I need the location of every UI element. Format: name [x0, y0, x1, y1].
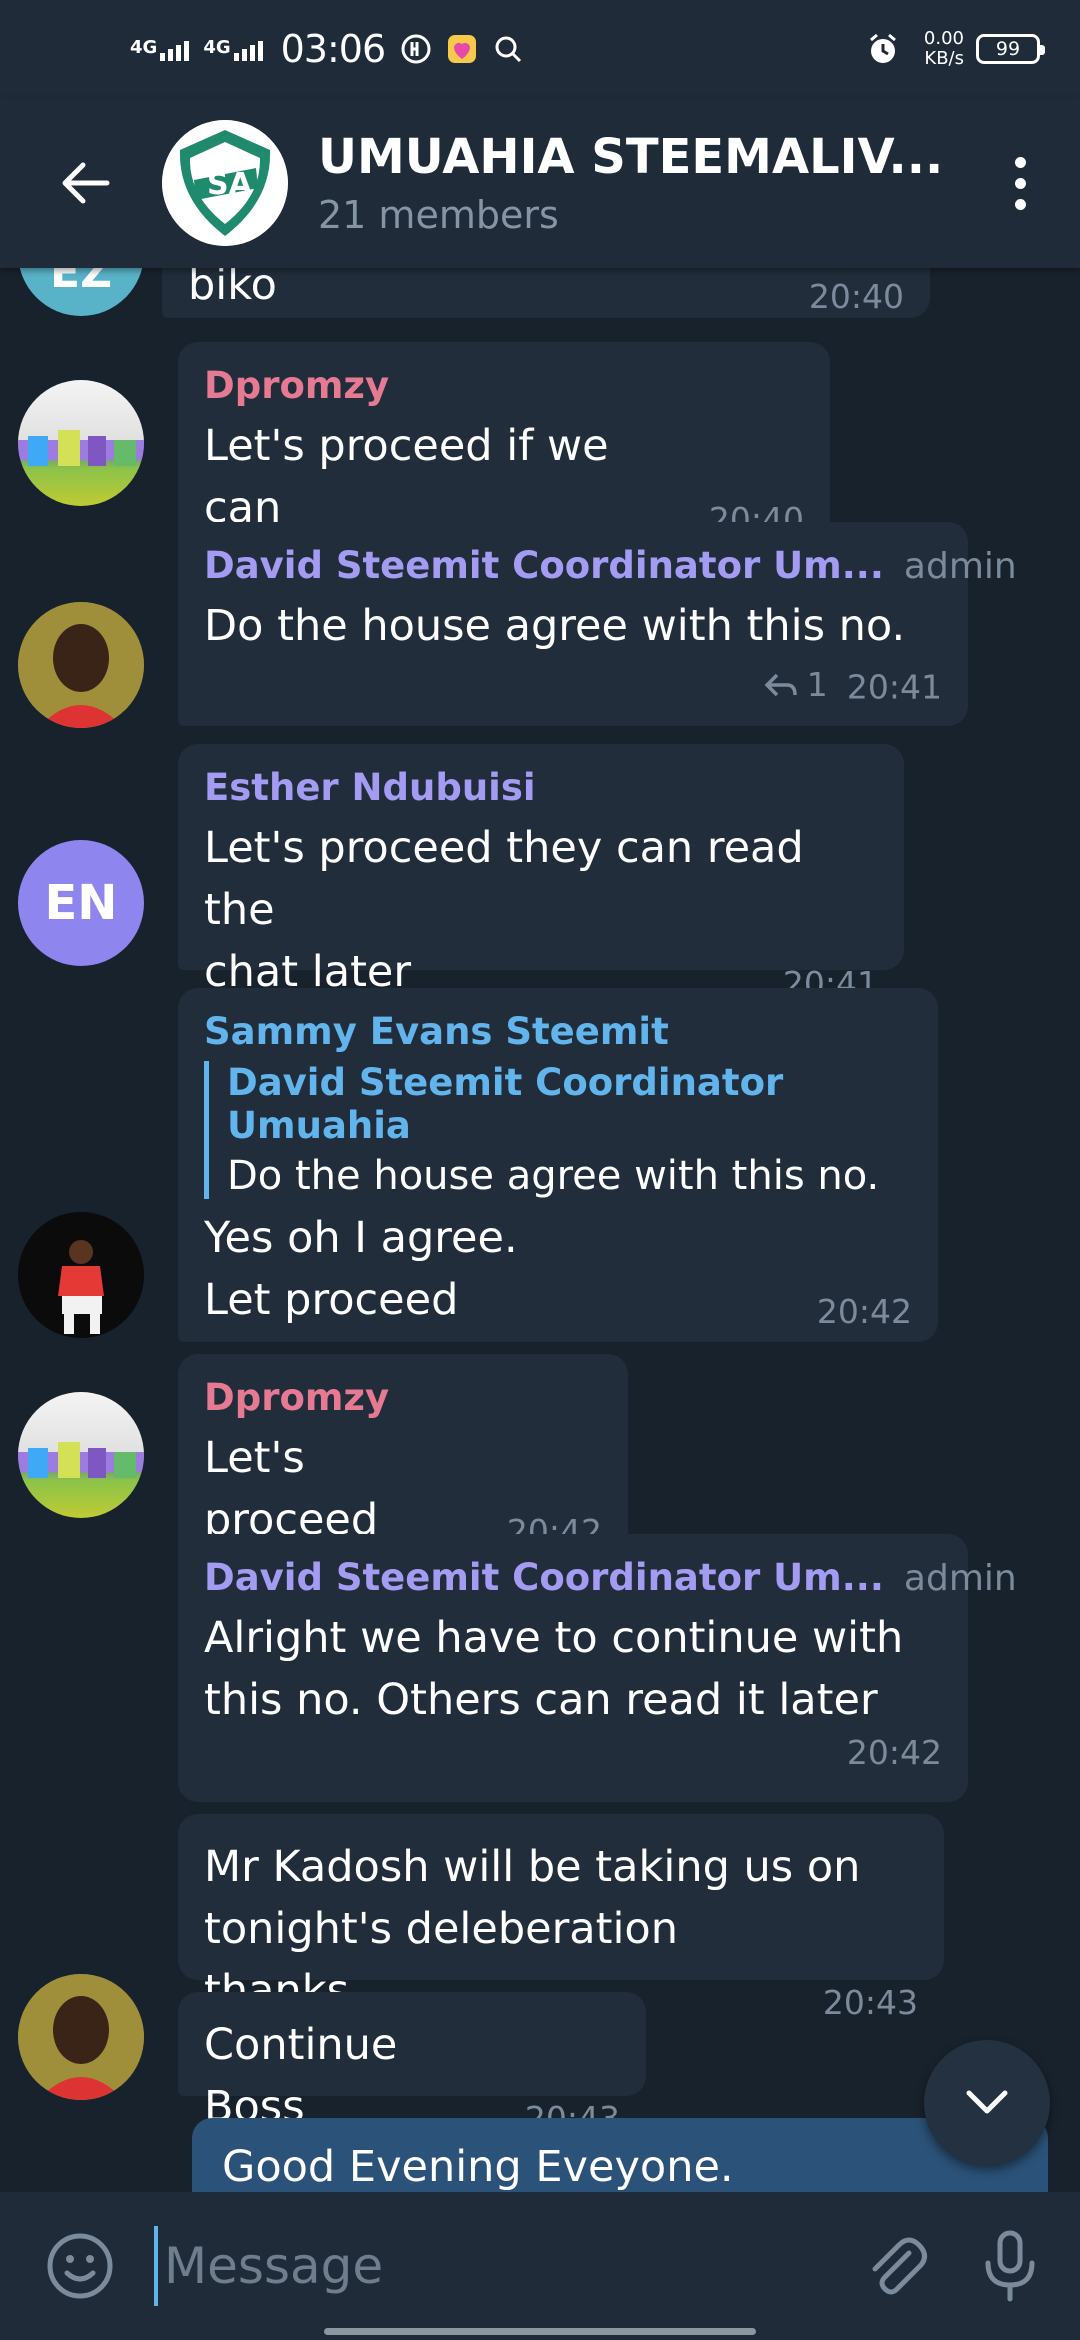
- avatar[interactable]: EZ: [18, 268, 144, 316]
- avatar[interactable]: [18, 1974, 144, 2100]
- message-text: Do the house agree with this no.: [204, 601, 906, 651]
- network-type-label: 4G: [203, 37, 231, 58]
- signal-indicator-1: 4G: [130, 37, 190, 61]
- data-saver-icon: [399, 32, 433, 66]
- avatar-initials: EN: [44, 875, 118, 931]
- chat-title-block[interactable]: UMUAHIA STEEMALIV... 21 members: [318, 129, 990, 237]
- avatar[interactable]: [18, 602, 144, 728]
- steemalive-logo-icon: SA: [162, 120, 288, 246]
- avatar[interactable]: EN: [18, 840, 144, 966]
- telegram-chat-screen: 4G 4G 03:06 0.00 KB/s 99 SA UMUAHIA STEE…: [0, 0, 1080, 2340]
- status-bar: 4G 4G 03:06 0.00 KB/s 99: [0, 0, 1080, 98]
- message-time: 20:42: [816, 1292, 912, 1331]
- message-text: Let's proceed if we can: [204, 421, 609, 533]
- emoji-icon: [47, 2233, 113, 2299]
- quoted-reply[interactable]: David Steemit Coordinator Umuahia Do the…: [204, 1061, 912, 1199]
- group-avatar[interactable]: SA: [162, 120, 288, 246]
- emoji-button[interactable]: [30, 2216, 130, 2316]
- avatar-initials: EZ: [50, 268, 112, 298]
- message-bubble[interactable]: David Steemit Coordinator Um... admin Do…: [178, 522, 1017, 726]
- avatar-image: [18, 1442, 144, 1478]
- more-options-button[interactable]: [990, 128, 1050, 238]
- message-text-line: Alright we have to continue with: [204, 1613, 904, 1663]
- arrow-left-icon: [62, 162, 110, 204]
- message-time: 20:41: [846, 667, 942, 707]
- avatar[interactable]: [18, 380, 144, 506]
- signal-bars-icon: [160, 37, 190, 61]
- battery-icon: 99: [976, 34, 1045, 64]
- outgoing-message-bubble[interactable]: Good Evening Eveyone.: [192, 2118, 1048, 2192]
- message-text-line: Let's proceed they can read the: [204, 823, 804, 935]
- message-text-line: Yes oh I agree.: [204, 1213, 518, 1263]
- message-bubble[interactable]: Mr Kadosh will be taking us on tonight's…: [178, 1814, 944, 2022]
- message-bubble[interactable]: biko 20:40: [162, 268, 930, 318]
- sender-name: Esther Ndubuisi: [204, 766, 536, 809]
- avatar-image: [18, 602, 144, 728]
- network-speed: 0.00 KB/s: [924, 29, 964, 69]
- avatar-image: [18, 1212, 144, 1338]
- message-time: 20:42: [846, 1733, 942, 1772]
- sender-name: David Steemit Coordinator Um...: [204, 544, 884, 587]
- network-type-label: 4G: [130, 37, 158, 58]
- chat-header: SA UMUAHIA STEEMALIV... 21 members: [0, 98, 1080, 268]
- message-bubble[interactable]: Continue Boss 20:43: [178, 1992, 646, 2138]
- reply-arrow-icon: [764, 673, 797, 696]
- status-time: 03:06: [280, 27, 387, 71]
- battery-level: 99: [995, 38, 1021, 60]
- back-button[interactable]: [30, 128, 140, 238]
- avatar-image: [18, 1974, 144, 2100]
- more-vertical-icon: [1014, 156, 1026, 168]
- message-composer: [0, 2192, 1080, 2340]
- admin-badge: admin: [903, 546, 1017, 587]
- message-text-line: this no. Others can read it later: [204, 1675, 878, 1725]
- svg-text:SA: SA: [207, 167, 253, 202]
- message-time: 20:40: [808, 277, 904, 316]
- message-text-line: Mr Kadosh will be taking us on: [204, 1842, 861, 1892]
- network-speed-unit: KB/s: [924, 48, 964, 69]
- sender-name: Dpromzy: [204, 364, 390, 407]
- chevron-down-icon: [966, 2090, 1008, 2114]
- signal-bars-icon: [233, 37, 263, 61]
- message-bubble[interactable]: Sammy Evans Steemit David Steemit Coordi…: [178, 988, 938, 1342]
- scroll-to-bottom-button[interactable]: [924, 2040, 1050, 2166]
- message-time: 20:43: [822, 1983, 918, 2022]
- message-bubble[interactable]: David Steemit Coordinator Um... admin Al…: [178, 1534, 1017, 1802]
- message-input[interactable]: [154, 2226, 846, 2306]
- sender-name: Dpromzy: [204, 1376, 390, 1419]
- gallery-app-icon: [445, 32, 479, 66]
- microphone-icon: [985, 2230, 1035, 2302]
- message-text: Good Evening Eveyone.: [222, 2142, 734, 2192]
- message-text-line: Let proceed: [204, 1275, 459, 1325]
- sender-name: Sammy Evans Steemit: [204, 1010, 669, 1053]
- microphone-button[interactable]: [960, 2216, 1060, 2316]
- message-text: Let's proceed: [204, 1433, 379, 1545]
- quoted-sender: David Steemit Coordinator Umuahia: [227, 1061, 784, 1147]
- search-icon: [491, 32, 525, 66]
- message-bubble[interactable]: Esther Ndubuisi Let's proceed they can r…: [178, 744, 904, 1003]
- member-count: 21 members: [318, 193, 559, 237]
- quoted-text: Do the house agree with this no.: [227, 1153, 880, 1199]
- avatar-image: [18, 430, 144, 466]
- alarm-clock-icon: [866, 32, 900, 66]
- admin-badge: admin: [903, 1558, 1017, 1599]
- sender-name: David Steemit Coordinator Um...: [204, 1556, 884, 1599]
- message-list[interactable]: EZ biko 20:40 Dpromzy Let's proceed if w…: [0, 268, 1080, 2192]
- replies-counter[interactable]: 1: [763, 665, 828, 704]
- signal-indicator-2: 4G: [203, 37, 263, 61]
- attach-button[interactable]: [846, 2216, 946, 2316]
- home-indicator[interactable]: [324, 2328, 756, 2335]
- paperclip-icon: [872, 2237, 927, 2295]
- avatar[interactable]: [18, 1212, 144, 1338]
- reply-count: 1: [806, 665, 828, 704]
- avatar[interactable]: [18, 1392, 144, 1518]
- network-speed-value: 0.00: [923, 28, 964, 49]
- message-text: biko: [188, 268, 277, 310]
- chat-title: UMUAHIA STEEMALIV...: [318, 129, 944, 185]
